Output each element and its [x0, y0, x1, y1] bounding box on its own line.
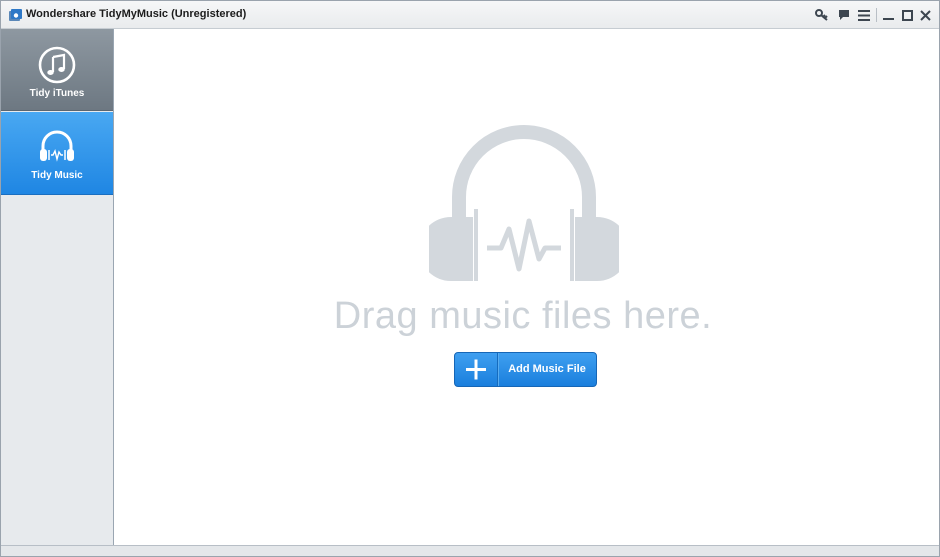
- sidebar: Tidy iTunes Tidy Music: [1, 29, 114, 545]
- window-title: Wondershare TidyMyMusic (Unregistered): [26, 8, 247, 20]
- maximize-button[interactable]: [899, 7, 915, 23]
- plus-icon: [466, 359, 486, 380]
- status-bar: [1, 545, 939, 556]
- add-music-file-button[interactable]: Add Music File: [454, 352, 597, 387]
- app-window: Wondershare TidyMyMusic (Unregistered) T…: [0, 0, 940, 557]
- app-logo-icon: [9, 9, 22, 21]
- add-button-label: Add Music File: [508, 363, 586, 375]
- minimize-icon: [882, 17, 894, 20]
- drop-area[interactable]: Drag music files here. Add Music File: [114, 29, 939, 545]
- menu-icon: [858, 9, 870, 21]
- title-bar-separator: [876, 8, 877, 22]
- maximize-icon: [901, 9, 913, 21]
- close-button[interactable]: [917, 7, 933, 23]
- sidebar-item-label: Tidy iTunes: [29, 88, 85, 99]
- register-key-icon: [815, 9, 828, 21]
- headphones-waveform-icon: [429, 125, 619, 281]
- add-button-icon-area: [455, 353, 498, 386]
- sidebar-item-label: Tidy Music: [31, 170, 83, 181]
- register-key-button[interactable]: [814, 7, 830, 23]
- drop-hint-text: Drag music files here.: [333, 295, 713, 337]
- close-icon: [919, 9, 931, 21]
- menu-button[interactable]: [856, 7, 872, 23]
- title-bar[interactable]: Wondershare TidyMyMusic (Unregistered): [1, 1, 939, 29]
- minimize-button[interactable]: [880, 7, 896, 23]
- feedback-icon: [839, 10, 849, 20]
- music-note-icon: [38, 46, 76, 84]
- headphones-icon: [40, 130, 74, 162]
- sidebar-item-tidy-music[interactable]: Tidy Music: [1, 112, 113, 195]
- feedback-button[interactable]: [836, 7, 852, 23]
- sidebar-item-tidy-itunes[interactable]: Tidy iTunes: [1, 29, 113, 111]
